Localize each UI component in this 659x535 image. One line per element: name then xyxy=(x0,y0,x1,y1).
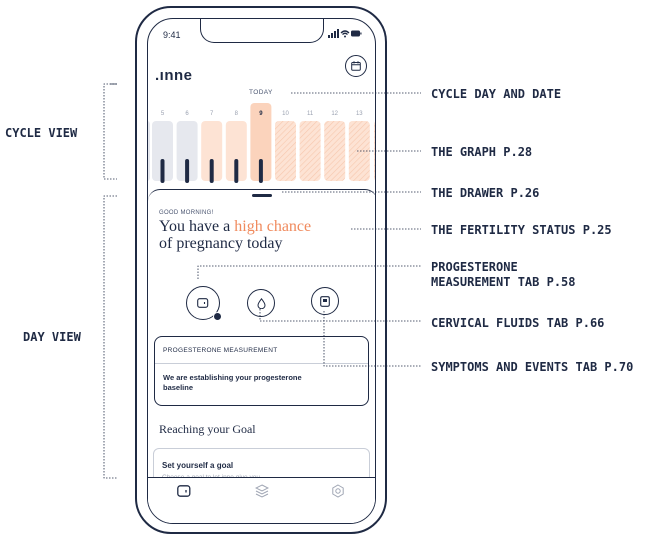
label-graph: THE GRAPH P.28 xyxy=(431,145,533,159)
label-progesterone-2: MEASUREMENT TAB P.58 xyxy=(431,275,576,289)
label-progesterone-1: PROGESTERONE xyxy=(431,260,518,274)
label-symptoms-events: SYMPTOMS AND EVENTS TAB P.70 xyxy=(431,360,634,374)
label-cycle-view: CYCLE VIEW xyxy=(5,126,78,140)
annotation-lines xyxy=(103,83,421,479)
label-drawer: THE DRAWER P.26 xyxy=(431,186,540,200)
label-day-view: DAY VIEW xyxy=(23,330,81,344)
label-cycle-day-date: CYCLE DAY AND DATE xyxy=(431,87,562,101)
label-cervical-fluids: CERVICAL FLUIDS TAB P.66 xyxy=(431,316,605,330)
label-fertility-status: THE FERTILITY STATUS P.25 xyxy=(431,223,612,237)
